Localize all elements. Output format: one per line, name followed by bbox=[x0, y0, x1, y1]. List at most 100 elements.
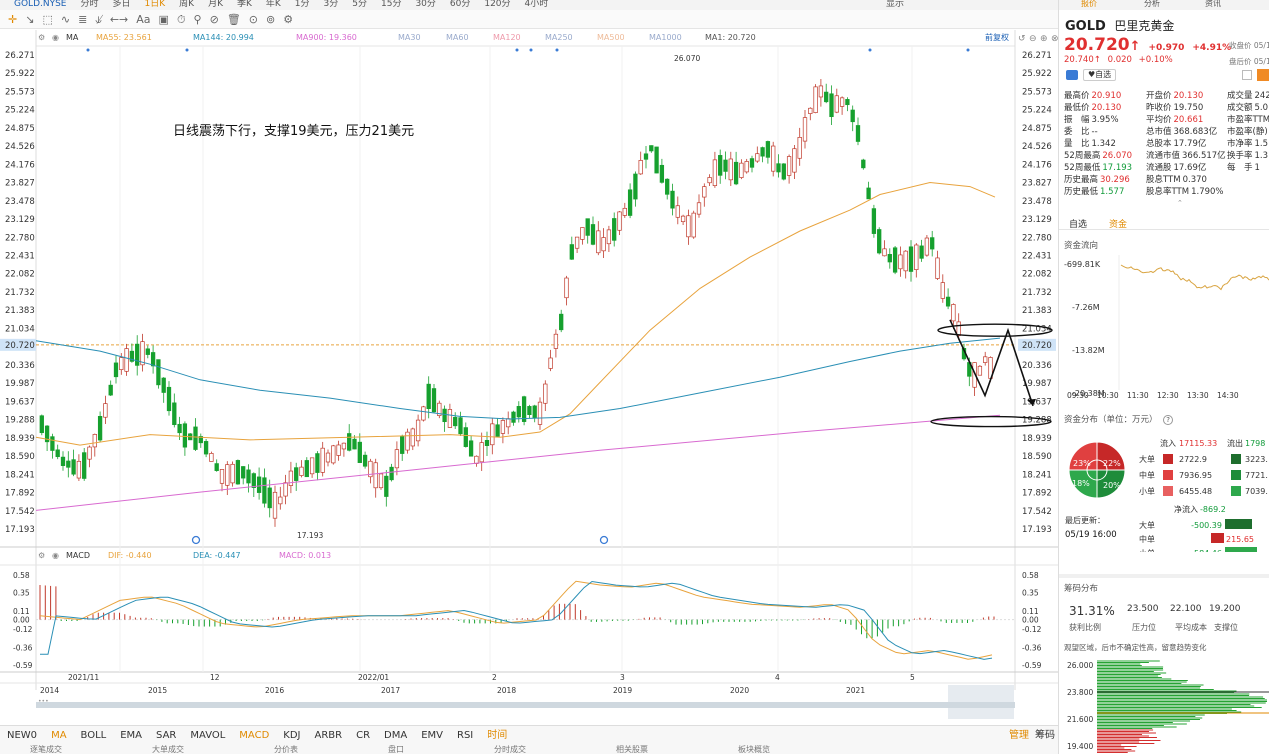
candle-body bbox=[283, 482, 288, 497]
bottom-tab-2[interactable]: 分价表 bbox=[274, 745, 298, 754]
indicator-new0[interactable]: NEW0 bbox=[7, 726, 37, 745]
indicator-kdj[interactable]: KDJ bbox=[283, 726, 300, 745]
candle-body bbox=[405, 431, 410, 451]
candle-body bbox=[82, 452, 87, 479]
indicator-rsi[interactable]: RSI bbox=[457, 726, 473, 745]
candle-body bbox=[914, 244, 919, 270]
collapse-icon[interactable]: ⌃ bbox=[1177, 199, 1183, 207]
fund-flow-chart: -699.81K-7.26M-13.82M-20.38M09:30 10:30 11… bbox=[1064, 255, 1269, 400]
candle-body bbox=[617, 211, 622, 231]
update-label: 最后更新： bbox=[1065, 515, 1105, 525]
alert-icon[interactable] bbox=[1257, 69, 1269, 81]
bottom-tab-3[interactable]: 盘口 bbox=[388, 745, 404, 754]
watchlist-button[interactable]: ♥自选 bbox=[1083, 69, 1117, 81]
chart-control-icon[interactable]: ⊗ bbox=[1051, 34, 1058, 44]
candle-body bbox=[712, 159, 718, 186]
candle-body bbox=[463, 427, 468, 447]
price-tick-left: 24.526 bbox=[5, 142, 35, 152]
chips-button[interactable]: 筹码 bbox=[1035, 726, 1055, 745]
candle-body bbox=[866, 187, 871, 200]
year-tick: 2020 bbox=[730, 686, 749, 695]
kline-chart[interactable]: 26.271 26.271 25.922 25.922 25.573 25.573 25.2… bbox=[0, 0, 1058, 725]
chart-control-icon[interactable]: ↺ bbox=[1018, 34, 1026, 44]
chart-control-icon[interactable]: ⊕ bbox=[1040, 34, 1048, 44]
candle-body bbox=[87, 446, 92, 460]
macd-eye-icon[interactable]: ◉ bbox=[52, 551, 59, 560]
candle-body bbox=[341, 442, 347, 450]
candle-body bbox=[320, 447, 325, 473]
tab-news[interactable]: 资讯 bbox=[1205, 0, 1221, 8]
event-marker-icon[interactable] bbox=[191, 535, 201, 545]
bottom-tab-4[interactable]: 分时成交 bbox=[494, 745, 526, 754]
candle-body bbox=[771, 145, 776, 172]
indicator-时间[interactable]: 时间 bbox=[487, 726, 507, 745]
candle-body bbox=[516, 406, 521, 418]
tab-fund[interactable]: 资金 bbox=[1109, 217, 1127, 230]
update-time: 05/19 16:00 bbox=[1065, 530, 1117, 540]
tab-quote[interactable]: 报价 bbox=[1081, 0, 1097, 8]
candle-body bbox=[659, 164, 665, 183]
share-icon[interactable] bbox=[1066, 70, 1078, 80]
candle-body bbox=[357, 441, 362, 463]
indicator-sar[interactable]: SAR bbox=[156, 726, 176, 745]
candle-body bbox=[665, 178, 670, 195]
candle-body bbox=[278, 496, 283, 505]
price-tick-right: 23.478 bbox=[1022, 197, 1052, 207]
macd-settings-icon[interactable]: ⚙ bbox=[38, 551, 45, 560]
indicator-dma[interactable]: DMA bbox=[384, 726, 407, 745]
help-icon[interactable]: ? bbox=[1163, 415, 1173, 425]
event-marker-icon[interactable] bbox=[599, 535, 609, 545]
pie-label: 20% bbox=[1103, 481, 1121, 490]
stat-value: 20.130 bbox=[1173, 91, 1204, 101]
price-tick-right: 25.573 bbox=[1022, 87, 1052, 97]
macd-value: MACD: 0.013 bbox=[279, 551, 331, 560]
stat-cell: 市盈率TTM bbox=[1227, 113, 1269, 125]
indicator-ma[interactable]: MA bbox=[51, 726, 66, 745]
manage-button[interactable]: 管理 bbox=[1009, 726, 1029, 745]
last-price-row: 20.720↑ +0.970 +4.91% bbox=[1064, 35, 1231, 55]
candle-body bbox=[288, 470, 294, 486]
bottom-tab-0[interactable]: 逐笔成交 bbox=[30, 745, 62, 754]
tab-watch[interactable]: 自选 bbox=[1069, 217, 1087, 230]
net-row-label: 中单 bbox=[1139, 534, 1155, 544]
candle-body bbox=[177, 423, 182, 434]
chart-control-icon[interactable]: ⊖ bbox=[1029, 34, 1037, 44]
bottom-tab-5[interactable]: 相关股票 bbox=[616, 745, 648, 754]
candle-body bbox=[400, 435, 405, 454]
indicator-macd[interactable]: MACD bbox=[239, 726, 269, 745]
dividend-dot-icon bbox=[86, 48, 90, 52]
candle-body bbox=[606, 229, 612, 245]
indicator-emv[interactable]: EMV bbox=[421, 726, 443, 745]
indicator-bar: NEW0 MA BOLL EMA SAR MAVOL MACD KDJ ARBR CR DMA EMV… bbox=[0, 725, 1058, 745]
year-tick: 2016 bbox=[265, 686, 284, 695]
price-tick-right: 25.224 bbox=[1022, 106, 1052, 116]
stat-cell: 流通市值 366.517亿 bbox=[1146, 149, 1226, 161]
net-row-label: 小单 bbox=[1139, 548, 1155, 552]
chip-value-2: 22.100 bbox=[1170, 604, 1202, 614]
indicator-boll[interactable]: BOLL bbox=[81, 726, 107, 745]
tab-analysis[interactable]: 分析 bbox=[1144, 0, 1160, 8]
indicator-arbr[interactable]: ARBR bbox=[315, 726, 343, 745]
candle-body bbox=[309, 457, 315, 475]
watchlist-label: 自选 bbox=[1095, 70, 1112, 79]
candle-body bbox=[707, 177, 712, 184]
indicator-cr[interactable]: CR bbox=[356, 726, 370, 745]
candle-body bbox=[564, 277, 569, 299]
bottom-tab-6[interactable]: 板块概览 bbox=[738, 745, 770, 754]
lock-icon[interactable] bbox=[1242, 70, 1252, 80]
flow-line bbox=[1120, 264, 1269, 291]
stat-cell: 最低价 20.130 bbox=[1064, 101, 1121, 113]
date-tick: 12 bbox=[210, 673, 220, 682]
stat-value: 1 bbox=[1254, 163, 1260, 173]
macd-tick-right: -0.59 bbox=[1022, 661, 1042, 670]
year-tick: 2018 bbox=[497, 686, 516, 695]
candle-body bbox=[182, 423, 188, 448]
dist-out-swatch bbox=[1231, 454, 1241, 464]
candle-body bbox=[384, 475, 389, 497]
indicator-ema[interactable]: EMA bbox=[120, 726, 142, 745]
indicator-mavol[interactable]: MAVOL bbox=[190, 726, 225, 745]
candle-body bbox=[140, 341, 145, 366]
candle-body bbox=[596, 230, 601, 254]
bottom-tab-1[interactable]: 大单成交 bbox=[152, 745, 184, 754]
candle-body bbox=[945, 296, 951, 307]
